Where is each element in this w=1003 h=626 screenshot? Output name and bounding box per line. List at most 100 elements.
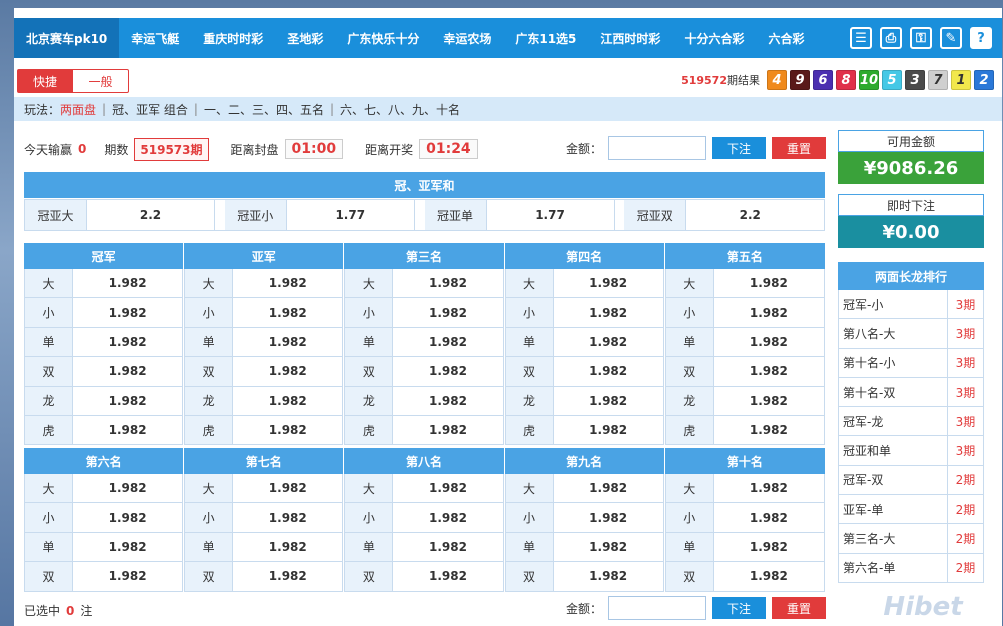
bet-option-row[interactable]: 单 1.982 <box>504 327 664 358</box>
bet-option-odds[interactable]: 1.982 <box>554 357 664 386</box>
print-icon[interactable]: ⎙ <box>880 27 902 49</box>
sum-cell[interactable]: 冠亚单 1.77 <box>424 200 625 230</box>
bet-option-odds[interactable]: 1.982 <box>714 327 825 357</box>
bet-option-odds[interactable]: 1.982 <box>714 386 825 415</box>
bet-option-row[interactable]: 大 1.982 <box>184 474 344 504</box>
bet-option-row[interactable]: 双 1.982 <box>184 357 344 387</box>
bet-option-row[interactable]: 大 1.982 <box>664 474 825 504</box>
bet-option-odds[interactable]: 1.982 <box>554 532 664 562</box>
bet-option-odds[interactable]: 1.982 <box>393 415 504 445</box>
bet-option-row[interactable]: 双 1.982 <box>664 357 825 387</box>
mode-tab-normal[interactable]: 一般 <box>73 69 129 93</box>
bet-option-odds[interactable]: 1.982 <box>233 357 344 386</box>
bet-option-row[interactable]: 双 1.982 <box>24 357 184 387</box>
bet-option-row[interactable]: 小 1.982 <box>664 298 825 328</box>
bet-option-odds[interactable]: 1.982 <box>393 562 504 591</box>
amount-input-bottom[interactable] <box>608 596 707 620</box>
submit-button-bottom[interactable]: 下注 <box>712 597 767 619</box>
bet-option-row[interactable]: 小 1.982 <box>184 298 344 328</box>
bet-option-row[interactable]: 大 1.982 <box>504 269 664 299</box>
reset-button-bottom[interactable]: 重置 <box>772 597 827 619</box>
bet-option-odds[interactable]: 1.982 <box>73 357 184 386</box>
bet-option-odds[interactable]: 1.982 <box>714 298 825 327</box>
bet-option-odds[interactable]: 1.982 <box>233 532 344 562</box>
bet-option-odds[interactable]: 1.982 <box>714 532 825 562</box>
submit-button[interactable]: 下注 <box>712 137 767 159</box>
bet-option-odds[interactable]: 1.982 <box>233 562 344 591</box>
nav-item-gd11x5[interactable]: 广东11选5 <box>503 18 588 58</box>
sum-cell[interactable]: 冠亚大 2.2 <box>25 200 225 230</box>
sum-cell[interactable]: 冠亚小 1.77 <box>224 200 425 230</box>
bet-option-row[interactable]: 双 1.982 <box>344 357 504 387</box>
play-tab-1to5[interactable]: 一、二、三、四、五名 <box>204 101 324 118</box>
bet-option-row[interactable]: 小 1.982 <box>504 503 664 533</box>
bet-option-row[interactable]: 大 1.982 <box>24 269 184 299</box>
bet-option-row[interactable]: 小 1.982 <box>24 503 184 533</box>
bet-option-odds[interactable]: 1.982 <box>393 357 504 386</box>
bet-option-row[interactable]: 单 1.982 <box>24 532 184 563</box>
nav-item-sflhc[interactable]: 十分六合彩 <box>672 18 756 58</box>
bet-option-odds[interactable]: 1.982 <box>233 327 344 357</box>
bet-option-row[interactable]: 小 1.982 <box>504 298 664 328</box>
bet-option-row[interactable]: 双 1.982 <box>24 562 184 592</box>
bet-option-row[interactable]: 单 1.982 <box>344 532 504 563</box>
bet-option-odds[interactable]: 1.982 <box>714 474 825 503</box>
bet-option-row[interactable]: 小 1.982 <box>344 503 504 533</box>
bet-option-odds[interactable]: 1.982 <box>233 269 344 298</box>
bet-option-row[interactable]: 单 1.982 <box>504 532 664 563</box>
nav-item-jxssc[interactable]: 江西时时彩 <box>588 18 672 58</box>
bet-option-row[interactable]: 虎 1.982 <box>344 415 504 446</box>
bet-option-row[interactable]: 双 1.982 <box>504 357 664 387</box>
bet-option-odds[interactable]: 1.982 <box>73 415 184 445</box>
bet-option-row[interactable]: 龙 1.982 <box>184 386 344 416</box>
bet-option-row[interactable]: 双 1.982 <box>504 562 664 592</box>
bet-option-odds[interactable]: 1.982 <box>714 269 825 298</box>
bet-option-odds[interactable]: 1.982 <box>233 298 344 327</box>
bet-option-row[interactable]: 虎 1.982 <box>184 415 344 446</box>
bet-option-row[interactable]: 大 1.982 <box>344 474 504 504</box>
bet-option-row[interactable]: 龙 1.982 <box>24 386 184 416</box>
amount-input[interactable] <box>608 136 707 160</box>
bet-option-row[interactable]: 单 1.982 <box>664 532 825 563</box>
bet-option-row[interactable]: 单 1.982 <box>344 327 504 358</box>
bet-option-odds[interactable]: 1.982 <box>233 415 344 445</box>
bet-option-odds[interactable]: 1.982 <box>73 269 184 298</box>
bet-option-odds[interactable]: 1.982 <box>233 386 344 415</box>
bet-option-row[interactable]: 大 1.982 <box>184 269 344 299</box>
bet-option-row[interactable]: 小 1.982 <box>184 503 344 533</box>
bet-option-odds[interactable]: 1.982 <box>73 503 184 532</box>
bet-option-odds[interactable]: 1.982 <box>554 474 664 503</box>
bet-option-odds[interactable]: 1.982 <box>393 327 504 357</box>
bet-option-odds[interactable]: 1.982 <box>393 269 504 298</box>
bet-option-row[interactable]: 大 1.982 <box>344 269 504 299</box>
bet-option-row[interactable]: 龙 1.982 <box>344 386 504 416</box>
bet-option-odds[interactable]: 1.982 <box>393 298 504 327</box>
nav-item-sdc[interactable]: 圣地彩 <box>275 18 335 58</box>
bet-option-row[interactable]: 虎 1.982 <box>24 415 184 446</box>
bet-option-odds[interactable]: 1.982 <box>554 562 664 591</box>
key-icon[interactable]: ⚿ <box>910 27 932 49</box>
sum-odds[interactable]: 2.2 <box>87 200 215 230</box>
bet-option-odds[interactable]: 1.982 <box>714 415 825 445</box>
bet-option-row[interactable]: 单 1.982 <box>664 327 825 358</box>
bet-option-row[interactable]: 大 1.982 <box>504 474 664 504</box>
bet-option-odds[interactable]: 1.982 <box>233 474 344 503</box>
bet-option-row[interactable]: 单 1.982 <box>184 532 344 563</box>
nav-item-lhc[interactable]: 六合彩 <box>756 18 816 58</box>
mode-tab-quick[interactable]: 快捷 <box>17 69 73 93</box>
bet-option-row[interactable]: 小 1.982 <box>664 503 825 533</box>
nav-item-xync[interactable]: 幸运农场 <box>431 18 503 58</box>
bet-option-odds[interactable]: 1.982 <box>393 532 504 562</box>
play-tab-combo[interactable]: 冠、亚军 组合 <box>112 101 188 118</box>
bet-option-row[interactable]: 龙 1.982 <box>504 386 664 416</box>
bet-option-row[interactable]: 小 1.982 <box>24 298 184 328</box>
nav-item-cqssc[interactable]: 重庆时时彩 <box>191 18 275 58</box>
bet-option-odds[interactable]: 1.982 <box>554 415 664 445</box>
bet-option-odds[interactable]: 1.982 <box>73 532 184 562</box>
play-tab-two-sides[interactable]: 两面盘 <box>60 101 96 118</box>
bet-option-odds[interactable]: 1.982 <box>73 298 184 327</box>
bet-option-odds[interactable]: 1.982 <box>554 327 664 357</box>
bet-option-odds[interactable]: 1.982 <box>393 386 504 415</box>
sum-cell[interactable]: 冠亚双 2.2 <box>624 200 824 230</box>
bet-option-row[interactable]: 小 1.982 <box>344 298 504 328</box>
